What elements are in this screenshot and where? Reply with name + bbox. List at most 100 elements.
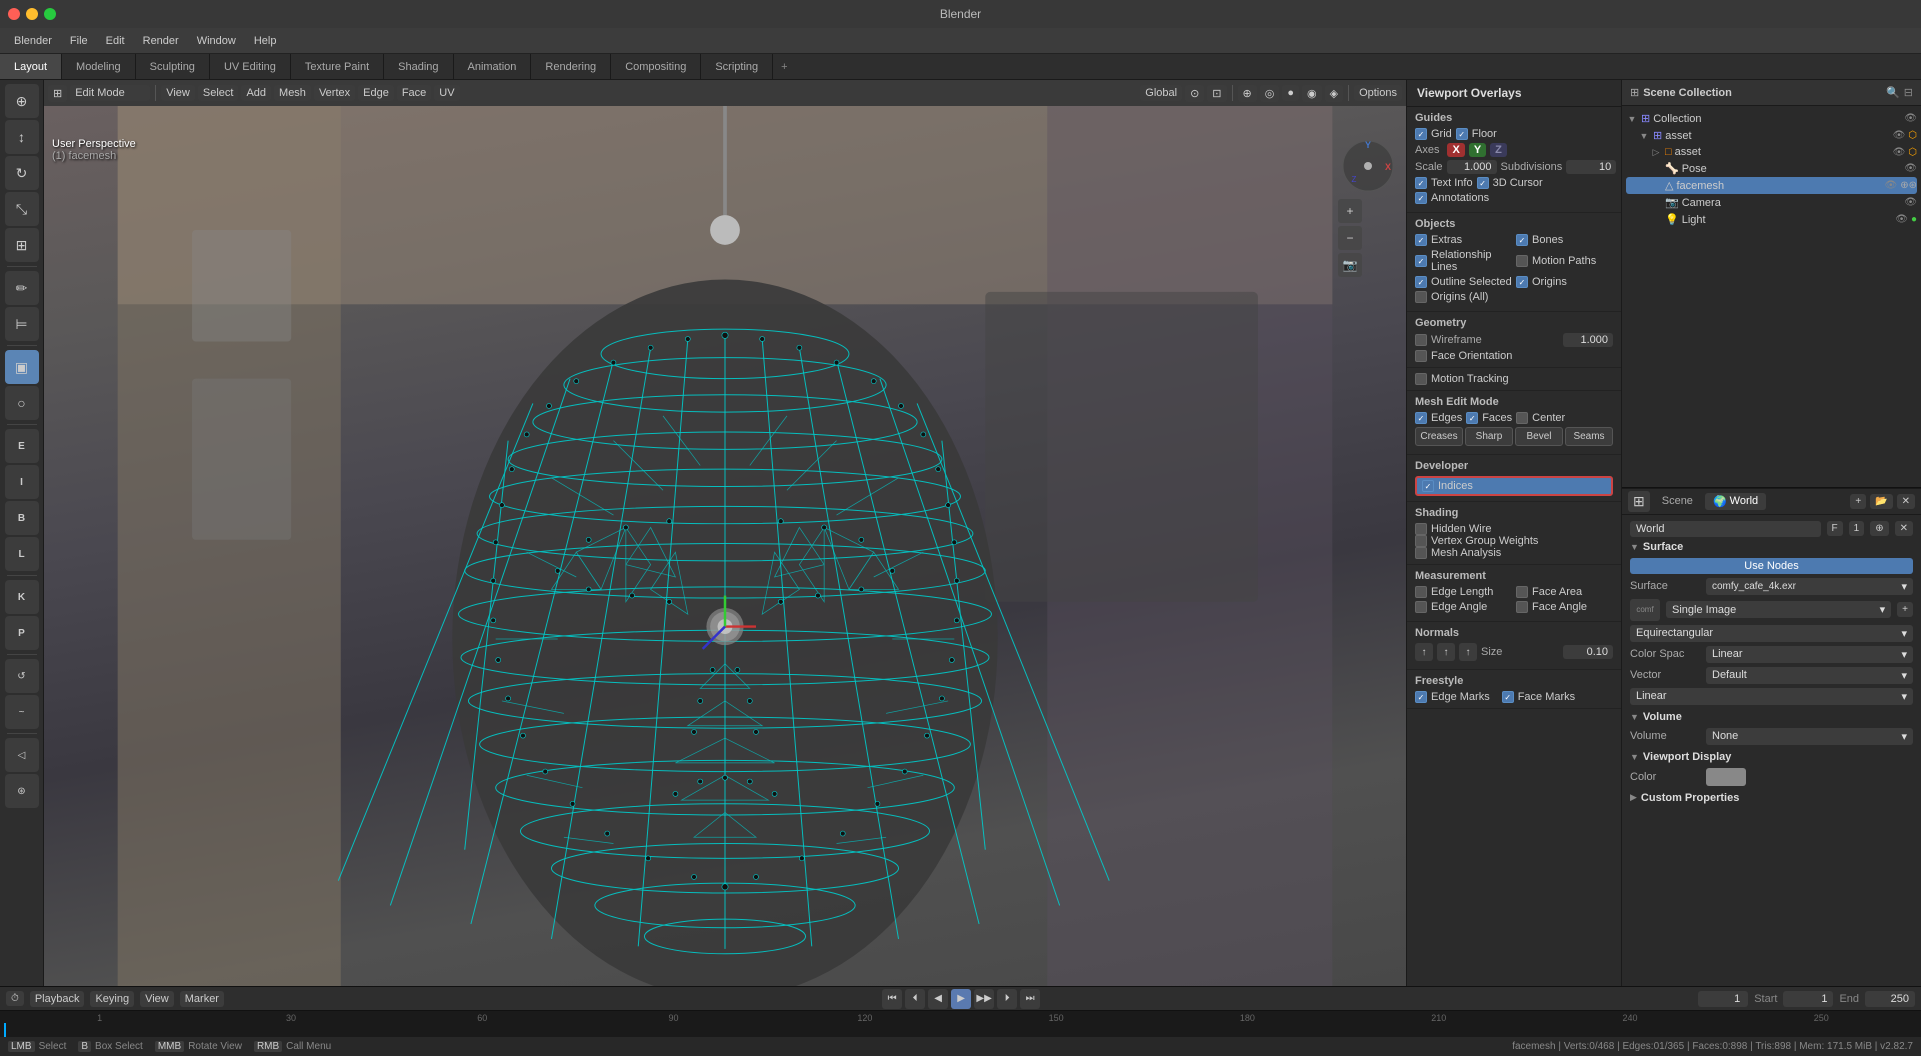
wireframe-checkbox[interactable] <box>1415 334 1427 346</box>
surface-dropdown[interactable]: comfy_cafe_4k.exr ▾ <box>1706 578 1913 595</box>
vertex-menu[interactable]: Vertex <box>314 85 355 101</box>
grid-checkbox[interactable] <box>1415 128 1427 140</box>
light-visibility[interactable]: 👁 <box>1895 214 1908 225</box>
close-world-btn[interactable]: ✕ <box>1897 494 1915 509</box>
text-info-checkbox[interactable] <box>1415 177 1427 189</box>
view-menu-tl[interactable]: View <box>140 991 174 1007</box>
view-menu[interactable]: View <box>161 85 195 101</box>
tab-texture-paint[interactable]: Texture Paint <box>291 54 384 79</box>
menu-render[interactable]: Render <box>135 33 187 49</box>
tab-uv-editing[interactable]: UV Editing <box>210 54 291 79</box>
creases-btn[interactable]: Creases <box>1415 427 1463 446</box>
motion-paths-item[interactable]: Motion Paths <box>1516 255 1613 267</box>
transform-orientation[interactable]: Global <box>1140 85 1182 101</box>
keying-menu[interactable]: Keying <box>90 991 134 1007</box>
menu-help[interactable]: Help <box>246 33 285 49</box>
annotate-tool[interactable]: ✏ <box>5 271 39 305</box>
face-orientation-checkbox[interactable] <box>1415 350 1427 362</box>
fake-user-btn[interactable]: F <box>1827 521 1843 536</box>
volume-section-header[interactable]: ▼ Volume <box>1630 711 1913 723</box>
scene-tab[interactable]: Scene <box>1654 493 1701 509</box>
orbit-gizmo[interactable]: Y X Z <box>1338 136 1398 196</box>
close-button[interactable] <box>8 8 20 20</box>
extras-item[interactable]: Extras <box>1415 234 1512 246</box>
face-menu[interactable]: Face <box>397 85 431 101</box>
origins-item[interactable]: Origins <box>1516 276 1613 288</box>
custom-props-header[interactable]: ▶ Custom Properties <box>1630 792 1913 804</box>
marker-menu[interactable]: Marker <box>180 991 224 1007</box>
image-type-dropdown[interactable]: Single Image ▾ <box>1666 601 1891 618</box>
tab-rendering[interactable]: Rendering <box>531 54 611 79</box>
tab-scripting[interactable]: Scripting <box>701 54 773 79</box>
extrude-tool[interactable]: E <box>5 429 39 463</box>
new-world-btn[interactable]: + <box>1850 494 1866 509</box>
axis-x-btn[interactable]: X <box>1447 143 1464 157</box>
relationship-lines-item[interactable]: Relationship Lines <box>1415 249 1512 273</box>
mode-selector[interactable]: Edit Mode <box>70 85 150 101</box>
select-menu[interactable]: Select <box>198 85 239 101</box>
light-item[interactable]: 💡 Light 👁 ● <box>1626 211 1917 228</box>
playback-menu[interactable]: Playback <box>30 991 85 1007</box>
origins-all-checkbox[interactable] <box>1415 291 1427 303</box>
snap-btn[interactable]: ⊙ <box>1185 85 1204 102</box>
smooth-tool[interactable]: ~ <box>5 695 39 729</box>
browse-world-btn[interactable]: 📂 <box>1870 494 1892 509</box>
menu-window[interactable]: Window <box>189 33 244 49</box>
viewport-canvas[interactable]: User Perspective (1) facemesh Y X Z <box>44 106 1406 986</box>
axis-y-btn[interactable]: Y <box>1469 143 1486 157</box>
xray-btn[interactable]: ◎ <box>1260 85 1280 102</box>
bevel-tool[interactable]: B <box>5 501 39 535</box>
wireframe-value[interactable]: 1.000 <box>1563 333 1613 347</box>
rotate-tool[interactable]: ↻ <box>5 156 39 190</box>
search-icon[interactable]: 🔍 <box>1886 86 1900 99</box>
loop-normal-icon[interactable]: ↑ <box>1437 643 1455 661</box>
asset-collection-item[interactable]: ▼ ⊞ asset 👁 ⬡ <box>1626 127 1917 144</box>
projection-dropdown[interactable]: Equirectangular ▾ <box>1630 625 1913 642</box>
asset-obj-visibility[interactable]: 👁 <box>1893 147 1906 158</box>
single-user-btn[interactable]: 1 <box>1849 521 1865 536</box>
vp-color-picker[interactable] <box>1706 768 1746 786</box>
motion-paths-checkbox[interactable] <box>1516 255 1528 267</box>
face-angle-checkbox[interactable] <box>1516 601 1528 613</box>
menu-file[interactable]: File <box>62 33 96 49</box>
face-normal-icon[interactable]: ↑ <box>1459 643 1477 661</box>
edge-length-checkbox[interactable] <box>1415 586 1427 598</box>
edge-marks-item[interactable]: Edge Marks <box>1415 691 1490 703</box>
facemesh-visibility[interactable]: 👁 <box>1885 180 1898 191</box>
edge-length-item[interactable]: Edge Length <box>1415 586 1512 598</box>
use-nodes-btn[interactable]: Use Nodes <box>1630 558 1913 574</box>
tab-sculpting[interactable]: Sculpting <box>136 54 210 79</box>
cursor-tool[interactable]: ⊕ <box>5 84 39 118</box>
tab-animation[interactable]: Animation <box>454 54 532 79</box>
tab-shading[interactable]: Shading <box>384 54 453 79</box>
tab-modeling[interactable]: Modeling <box>62 54 136 79</box>
inset-tool[interactable]: I <box>5 465 39 499</box>
select-circle-tool[interactable]: ○ <box>5 386 39 420</box>
colorspace-dropdown[interactable]: Linear ▾ <box>1706 646 1913 663</box>
image-add-btn[interactable]: + <box>1897 602 1913 617</box>
origins-checkbox[interactable] <box>1516 276 1528 288</box>
tab-layout[interactable]: Layout <box>0 54 62 79</box>
add-workspace-button[interactable]: + <box>773 54 795 79</box>
add-menu[interactable]: Add <box>241 85 271 101</box>
select-box-tool[interactable]: ▣ <box>5 350 39 384</box>
end-frame[interactable]: 250 <box>1865 991 1915 1007</box>
camera-item[interactable]: 📷 Camera 👁 <box>1626 194 1917 211</box>
menu-edit[interactable]: Edit <box>98 33 133 49</box>
floor-checkbox[interactable] <box>1456 128 1468 140</box>
motion-tracking-item[interactable]: Motion Tracking <box>1415 373 1613 385</box>
pose-item[interactable]: 🦴 Pose 👁 <box>1626 160 1917 177</box>
camera-visibility[interactable]: 👁 <box>1904 197 1917 208</box>
vertex-group-weights-checkbox[interactable] <box>1415 535 1427 547</box>
face-orientation-item[interactable]: Face Orientation <box>1415 350 1613 362</box>
shading-material[interactable]: ◉ <box>1302 85 1322 102</box>
faces-checkbox[interactable] <box>1466 412 1478 424</box>
annotations-item[interactable]: Annotations <box>1415 192 1613 204</box>
menu-blender[interactable]: Blender <box>6 33 60 49</box>
world-tab[interactable]: 🌍 World <box>1705 493 1766 510</box>
faces-item[interactable]: Faces <box>1466 412 1512 424</box>
bevel-btn[interactable]: Bevel <box>1515 427 1563 446</box>
center-item[interactable]: Center <box>1516 412 1565 424</box>
poly-build-tool[interactable]: P <box>5 616 39 650</box>
vector-dropdown[interactable]: Default ▾ <box>1706 667 1913 684</box>
